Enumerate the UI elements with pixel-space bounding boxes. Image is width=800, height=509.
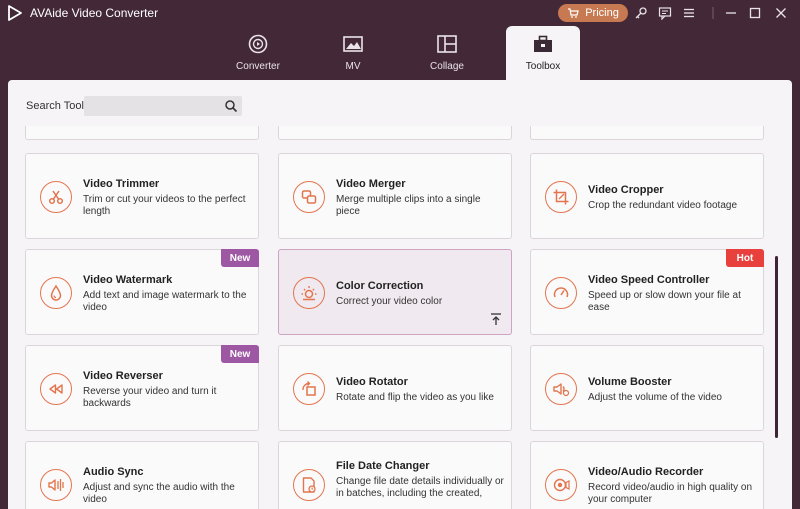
tool-card-video-reverser[interactable]: New Video Reverser Reverse your video an…	[25, 345, 259, 431]
tool-title: Video Trimmer	[83, 178, 160, 190]
scrollbar[interactable]	[775, 256, 778, 438]
tool-desc: Crop the redundant video footage	[588, 200, 737, 211]
tab-label: Converter	[236, 61, 280, 72]
maximize-icon[interactable]	[746, 4, 764, 22]
tool-title: Color Correction	[336, 280, 424, 292]
speedometer-icon	[545, 277, 577, 309]
app-title: AVAide Video Converter	[30, 6, 159, 20]
tab-converter[interactable]: Converter	[221, 26, 295, 80]
tab-collage[interactable]: Collage	[410, 26, 484, 80]
tool-desc: Add text and image watermark to the vide…	[83, 290, 247, 313]
record-icon	[545, 469, 577, 501]
tool-desc: Trim or cut your videos to the perfect l…	[83, 194, 246, 217]
pin-to-top-icon[interactable]	[489, 312, 503, 326]
pricing-button[interactable]: Pricing	[558, 4, 628, 22]
toolbox-icon	[534, 35, 552, 52]
rewind-icon	[40, 373, 72, 405]
main-tabs: Converter MV Collage Toolbox	[0, 26, 800, 80]
tool-card-video-merger[interactable]: Video Merger Merge multiple clips into a…	[278, 153, 512, 239]
tool-desc: Change file date details individually or…	[336, 476, 504, 499]
tool-title: Video Cropper	[588, 184, 664, 196]
tool-title: Video Merger	[336, 178, 406, 190]
tool-title: Video Watermark	[83, 274, 173, 286]
tool-card-partial[interactable]	[278, 126, 512, 140]
sun-icon	[293, 277, 325, 309]
key-icon[interactable]	[632, 4, 650, 22]
droplet-icon	[40, 277, 72, 309]
tool-grid: Video Trimmer Trim or cut your videos to…	[8, 80, 792, 509]
tool-title: Audio Sync	[83, 466, 144, 478]
cart-icon	[568, 8, 579, 18]
crop-icon	[545, 181, 577, 213]
tool-card-file-date-changer[interactable]: File Date Changer Change file date detai…	[278, 441, 512, 509]
tool-card-video-rotator[interactable]: Video Rotator Rotate and flip the video …	[278, 345, 512, 431]
title-bar: AVAide Video Converter Pricing	[0, 0, 800, 26]
tool-desc: Reverse your video and turn it backwards	[83, 386, 217, 409]
tab-mv[interactable]: MV	[316, 26, 390, 80]
tab-toolbox[interactable]: Toolbox	[506, 26, 580, 80]
tool-desc: Record video/audio in high quality on yo…	[588, 482, 752, 505]
scissors-icon	[40, 181, 72, 213]
tool-title: Volume Booster	[588, 376, 672, 388]
converter-icon	[248, 34, 268, 54]
tool-title: Video Speed Controller	[588, 274, 710, 286]
tool-card-video-audio-recorder[interactable]: Video/Audio Recorder Record video/audio …	[530, 441, 764, 509]
close-icon[interactable]	[772, 4, 790, 22]
feedback-icon[interactable]	[656, 4, 674, 22]
badge-new: New	[221, 249, 259, 267]
collage-icon	[437, 35, 457, 53]
tab-label: MV	[345, 61, 361, 72]
tool-desc: Adjust and sync the audio with the video	[83, 482, 235, 505]
tool-card-partial[interactable]	[25, 126, 259, 140]
badge-hot: Hot	[726, 249, 764, 267]
minimize-icon[interactable]	[722, 4, 740, 22]
tool-card-color-correction[interactable]: Color Correction Correct your video colo…	[278, 249, 512, 335]
mv-icon	[343, 36, 363, 52]
tool-card-volume-booster[interactable]: Volume Booster Adjust the volume of the …	[530, 345, 764, 431]
toolbox-panel: Search Tool: Video Trimmer Trim or cut y…	[8, 80, 792, 509]
tool-desc: Rotate and flip the video as you like	[336, 392, 494, 403]
menu-icon[interactable]	[680, 4, 698, 22]
tool-desc: Adjust the volume of the video	[588, 392, 722, 403]
merge-icon	[293, 181, 325, 213]
tool-desc: Merge multiple clips into a single piece	[336, 194, 481, 217]
audio-sync-icon	[40, 469, 72, 501]
pricing-label: Pricing	[585, 7, 619, 19]
tool-title: Video Reverser	[83, 370, 163, 382]
tool-card-video-watermark[interactable]: New Video Watermark Add text and image w…	[25, 249, 259, 335]
tool-title: Video Rotator	[336, 376, 408, 388]
tool-card-video-speed-controller[interactable]: Hot Video Speed Controller Speed up or s…	[530, 249, 764, 335]
file-date-icon	[293, 469, 325, 501]
tab-label: Collage	[430, 61, 464, 72]
rotate-icon	[293, 373, 325, 405]
tool-card-video-cropper[interactable]: Video Cropper Crop the redundant video f…	[530, 153, 764, 239]
app-logo-icon	[8, 5, 22, 21]
badge-new: New	[221, 345, 259, 363]
tool-title: Video/Audio Recorder	[588, 466, 704, 478]
tool-card-video-trimmer[interactable]: Video Trimmer Trim or cut your videos to…	[25, 153, 259, 239]
tool-title: File Date Changer	[336, 460, 430, 472]
volume-icon	[545, 373, 577, 405]
tool-card-audio-sync[interactable]: Audio Sync Adjust and sync the audio wit…	[25, 441, 259, 509]
divider-icon	[704, 4, 722, 22]
tab-label: Toolbox	[525, 61, 561, 72]
tool-desc: Correct your video color	[336, 296, 443, 307]
tool-desc: Speed up or slow down your file at ease	[588, 290, 741, 313]
tool-card-partial[interactable]	[530, 126, 764, 140]
